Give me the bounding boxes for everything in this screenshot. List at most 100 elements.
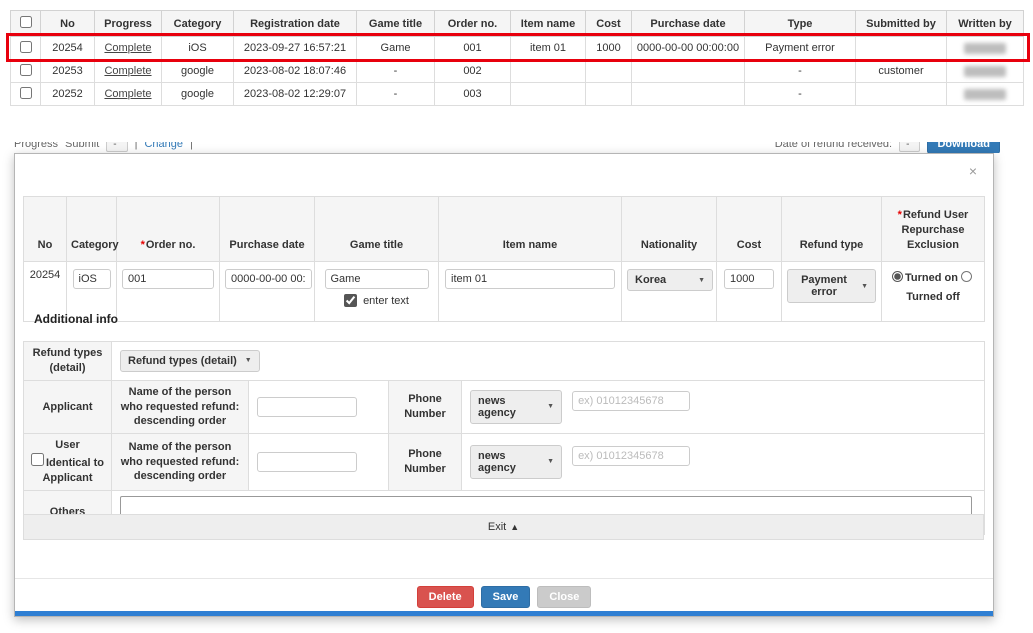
chevron-down-icon: ▼: [245, 357, 252, 364]
cell-submitted-by: customer: [856, 60, 947, 83]
hdr-category: Category: [67, 197, 117, 262]
user-phone-input[interactable]: [572, 446, 690, 466]
divider: |: [135, 142, 138, 150]
cell-registration-date: 2023-09-27 16:57:21: [234, 37, 357, 60]
results-table: No Progress Category Registration date G…: [10, 10, 1024, 106]
chevron-down-icon: ▼: [861, 283, 868, 290]
exit-collapse-bar[interactable]: Exit ▲: [23, 514, 984, 540]
chevron-up-icon: ▲: [510, 522, 519, 532]
modal-footer-buttons: Delete Save Close: [15, 586, 993, 608]
divider: |: [190, 142, 193, 150]
progress-dropdown[interactable]: -: [106, 142, 127, 152]
user-row: User Identical to Applicant Name of the …: [24, 434, 985, 491]
additional-info-table: Refund types (detail) Refund types (deta…: [23, 341, 985, 535]
game-title-input[interactable]: [325, 269, 429, 289]
hdr-purchase-date: Purchase date: [220, 197, 315, 262]
user-phone-label: Phone Number: [389, 434, 462, 491]
chevron-down-icon: ▼: [547, 403, 554, 410]
purchase-date-input[interactable]: [225, 269, 312, 289]
cell-order-no: 002: [435, 60, 511, 83]
user-identical-label: User Identical to Applicant: [24, 434, 112, 491]
enter-text-checkbox[interactable]: [344, 294, 357, 307]
col-registration-date: Registration date: [234, 11, 357, 37]
row-checkbox[interactable]: [20, 41, 32, 53]
enter-text-option[interactable]: enter text: [344, 294, 409, 307]
refund-type-select[interactable]: Payment error ▼: [787, 269, 876, 303]
applicant-row: Applicant Name of the person who request…: [24, 380, 985, 434]
cell-order-no: 003: [435, 83, 511, 106]
progress-label: Progress: [14, 142, 58, 150]
save-button[interactable]: Save: [481, 586, 531, 608]
col-written-by: Written by: [947, 11, 1024, 37]
cell-submitted-by: [856, 83, 947, 106]
cell-game-title: -: [357, 83, 435, 106]
hdr-game-title: Game title: [315, 197, 439, 262]
col-purchase-date: Purchase date: [632, 11, 745, 37]
category-input[interactable]: [73, 269, 111, 289]
form-value-row: 20254 enter text Korea ▼: [24, 262, 985, 322]
hdr-exclusion: *Refund User Repurchase Exclusion: [882, 197, 985, 262]
order-no-input[interactable]: [122, 269, 214, 289]
turned-off-radio[interactable]: [961, 271, 972, 282]
user-carrier-select[interactable]: news agency ▼: [470, 445, 562, 479]
close-button[interactable]: Close: [537, 586, 591, 608]
close-icon[interactable]: ×: [969, 164, 977, 178]
table-row[interactable]: 20252 Complete google 2023-08-02 12:29:0…: [11, 83, 1024, 106]
refund-date-dropdown[interactable]: -: [899, 142, 920, 152]
app: No Progress Category Registration date G…: [0, 0, 1033, 633]
col-order-no: Order no.: [435, 11, 511, 37]
refund-detail-modal: × No Category *Order no. Purchase date G…: [14, 153, 994, 617]
additional-info-title: Additional info: [34, 312, 118, 326]
cell-type: -: [745, 83, 856, 106]
chevron-down-icon: ▼: [698, 277, 705, 284]
progress-link[interactable]: Complete: [104, 88, 151, 100]
cell-category: google: [162, 83, 234, 106]
cell-registration-date: 2023-08-02 12:29:07: [234, 83, 357, 106]
modal-bottom-accent: [15, 611, 993, 616]
row-checkbox[interactable]: [20, 64, 32, 76]
identical-to-applicant-checkbox[interactable]: [31, 453, 44, 466]
table-header-row: No Progress Category Registration date G…: [11, 11, 1024, 37]
cell-type: Payment error: [745, 37, 856, 60]
select-all-checkbox[interactable]: [20, 16, 32, 28]
applicant-phone-input[interactable]: [572, 391, 690, 411]
nationality-select[interactable]: Korea ▼: [627, 269, 713, 291]
turned-on-radio[interactable]: [892, 271, 903, 282]
cost-input[interactable]: [724, 269, 774, 289]
applicant-name-input[interactable]: [257, 397, 357, 417]
change-link[interactable]: Change: [144, 142, 183, 150]
progress-link[interactable]: Complete: [104, 65, 151, 77]
clipped-toolbar-strip: Progress Submit - | Change | Date of ref…: [0, 142, 1033, 153]
cell-item-name: [511, 60, 586, 83]
applicant-carrier-select[interactable]: news agency ▼: [470, 390, 562, 424]
written-by-redacted: [964, 66, 1006, 77]
hdr-order-no: *Order no.: [117, 197, 220, 262]
cell-game-title: -: [357, 60, 435, 83]
item-name-input[interactable]: [445, 269, 615, 289]
hdr-refund-type: Refund type: [782, 197, 882, 262]
applicant-phone-label: Phone Number: [389, 380, 462, 434]
refund-types-select[interactable]: Refund types (detail) ▼: [120, 350, 260, 372]
row-checkbox[interactable]: [20, 87, 32, 99]
chevron-down-icon: ▼: [547, 458, 554, 465]
exclusion-radio-group: Turned on Turned off: [882, 262, 985, 322]
delete-button[interactable]: Delete: [417, 586, 474, 608]
table-row[interactable]: 20253 Complete google 2023-08-02 18:07:4…: [11, 60, 1024, 83]
download-button[interactable]: Download: [927, 142, 1000, 153]
refund-types-row: Refund types (detail) Refund types (deta…: [24, 342, 985, 381]
cell-order-no: 001: [435, 37, 511, 60]
col-progress: Progress: [95, 11, 162, 37]
footer-divider: [15, 578, 993, 579]
refund-types-label: Refund types (detail): [24, 342, 112, 381]
written-by-redacted: [964, 89, 1006, 100]
hdr-nationality: Nationality: [622, 197, 717, 262]
cell-cost: [586, 83, 632, 106]
cell-game-title: Game: [357, 37, 435, 60]
col-item-name: Item name: [511, 11, 586, 37]
cell-item-name: [511, 83, 586, 106]
cell-item-name: item 01: [511, 37, 586, 60]
user-name-input[interactable]: [257, 452, 357, 472]
progress-link[interactable]: Complete: [104, 42, 151, 54]
table-row[interactable]: 20254 Complete iOS 2023-09-27 16:57:21 G…: [11, 37, 1024, 60]
cell-purchase-date: 0000-00-00 00:00:00: [632, 37, 745, 60]
